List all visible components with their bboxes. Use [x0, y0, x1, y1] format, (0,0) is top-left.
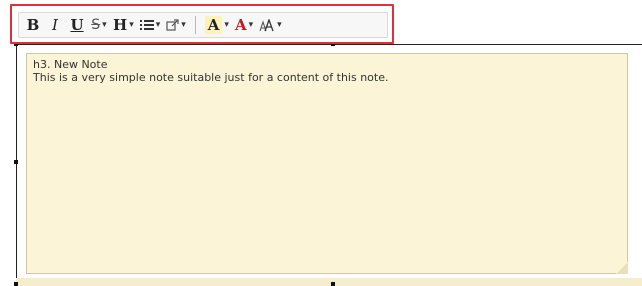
chevron-down-icon: ▾: [102, 20, 107, 30]
note-textarea[interactable]: h3. New Note This is a very simple note …: [26, 53, 628, 274]
italic-button[interactable]: I: [45, 14, 65, 36]
chevron-down-icon: ▾: [181, 20, 186, 30]
note-bottom-strip: [16, 278, 642, 286]
strikethrough-dropdown[interactable]: S ▾: [89, 14, 109, 36]
chevron-down-icon: ▾: [224, 20, 229, 30]
resize-handle-bottom[interactable]: [331, 282, 335, 286]
note-body: This is a very simple note suitable just…: [33, 71, 389, 84]
font-size-icon: [259, 18, 274, 31]
font-size-dropdown[interactable]: ▾: [257, 14, 284, 36]
chevron-down-icon: ▾: [277, 20, 282, 30]
toolbar-separator: [194, 16, 196, 34]
font-color-dropdown[interactable]: A ▾: [233, 14, 255, 36]
list-icon: [139, 20, 154, 30]
chevron-down-icon: ▾: [248, 20, 254, 30]
bold-button[interactable]: B: [23, 14, 43, 36]
font-color-icon: A: [234, 16, 247, 34]
external-link-icon: [166, 18, 179, 31]
resize-handle-bottom-left[interactable]: [14, 282, 18, 286]
underline-button[interactable]: U: [67, 14, 87, 36]
chevron-down-icon: ▾: [155, 20, 161, 30]
formatting-toolbar: B I U S ▾ H ▾ ▾ ▾ A ▾ A ▾ ▾: [18, 12, 388, 38]
chevron-down-icon: ▾: [129, 20, 134, 30]
note-title: h3. New Note: [33, 58, 108, 71]
note-fold-corner: [616, 262, 628, 274]
heading-icon: H: [113, 16, 128, 34]
list-dropdown[interactable]: ▾: [138, 14, 163, 36]
link-dropdown[interactable]: ▾: [164, 14, 188, 36]
strikethrough-icon: S: [91, 17, 101, 33]
resize-handle-left[interactable]: [14, 160, 18, 164]
heading-dropdown[interactable]: H ▾: [111, 14, 136, 36]
highlight-icon: A: [204, 16, 223, 34]
highlight-color-dropdown[interactable]: A ▾: [203, 14, 231, 36]
